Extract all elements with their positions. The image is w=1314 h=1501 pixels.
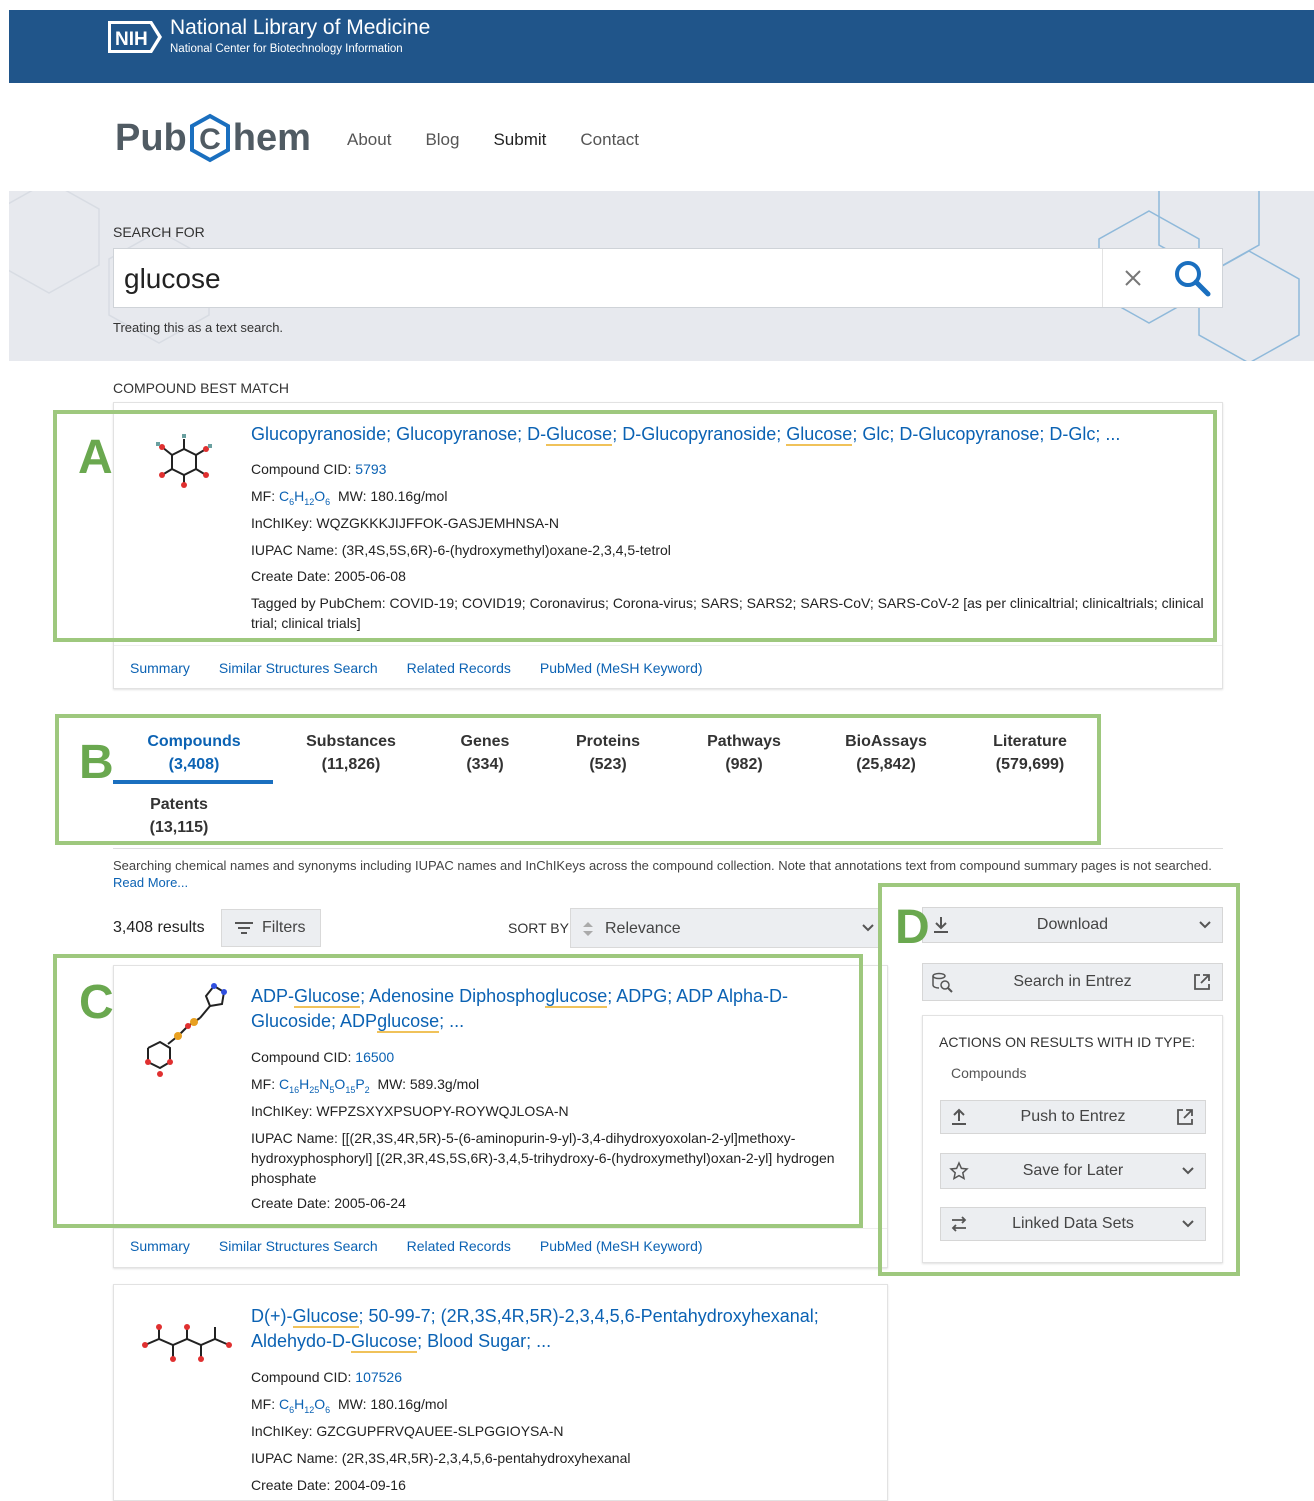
iupac-name: IUPAC Name: (2R,3S,4R,5R)-2,3,4,5,6-pent… xyxy=(251,1450,631,1466)
clear-icon[interactable] xyxy=(1102,249,1162,307)
search-hint: Treating this as a text search. xyxy=(113,320,284,335)
annotation-label-b: B xyxy=(79,736,114,789)
molecular-formula: MF: C6H12O6 MW: 180.16g/mol xyxy=(251,1396,448,1415)
annotation-label-c: C xyxy=(79,976,114,1029)
search-input[interactable]: glucose xyxy=(113,248,1223,308)
logo-text-c: C xyxy=(199,123,221,156)
org-subtitle: National Center for Biotechnology Inform… xyxy=(170,43,403,55)
pubchem-c-hexagon-icon: C xyxy=(189,113,230,163)
annotation-box-c xyxy=(53,954,863,1228)
annotation-box-a xyxy=(53,410,1217,642)
filters-button[interactable]: Filters xyxy=(221,909,321,947)
nav-submit[interactable]: Submit xyxy=(493,130,546,150)
filters-label: Filters xyxy=(262,919,306,936)
result-card: D(+)-Glucose; 50-99-7; (2R,3S,4R,5R)-2,3… xyxy=(113,1284,888,1501)
related-records-link[interactable]: Related Records xyxy=(407,1238,511,1254)
result-title[interactable]: D(+)-Glucose; 50-99-7; (2R,3S,4R,5R)-2,3… xyxy=(251,1304,871,1354)
card-divider xyxy=(114,1228,887,1229)
result-links: Summary Similar Structures Search Relate… xyxy=(130,1238,703,1254)
mf-link[interactable]: C6H12O6 xyxy=(279,1396,330,1415)
cid-link[interactable]: 107526 xyxy=(355,1369,402,1385)
annotation-label-d: D xyxy=(895,901,930,954)
inchikey: InChIKey: GZCGUPFRVQAUEE-SLPGGIOYSA-N xyxy=(251,1423,564,1439)
nav-blog[interactable]: Blog xyxy=(425,130,459,150)
sort-arrows-icon xyxy=(583,922,593,936)
best-match-label: COMPOUND BEST MATCH xyxy=(113,380,290,396)
create-date: Create Date: 2004-09-16 xyxy=(251,1477,406,1493)
filter-icon xyxy=(235,922,253,934)
main-nav: About Blog Submit Contact xyxy=(347,130,639,150)
pubmed-link[interactable]: PubMed (MeSH Keyword) xyxy=(540,660,703,676)
tabs-divider xyxy=(113,848,1223,849)
best-match-links: Summary Similar Structures Search Relate… xyxy=(130,660,703,676)
chevron-down-icon xyxy=(862,924,874,932)
nih-badge-text: NIH xyxy=(115,29,148,50)
similar-structures-link[interactable]: Similar Structures Search xyxy=(219,1238,378,1254)
read-more-link[interactable]: Read More... xyxy=(113,875,188,890)
sort-select[interactable]: Relevance xyxy=(570,908,882,948)
related-records-link[interactable]: Related Records xyxy=(407,660,511,676)
logo-text-pub: Pub xyxy=(115,116,187,159)
annotation-box-d xyxy=(878,883,1240,1276)
org-title[interactable]: National Library of Medicine xyxy=(170,16,430,40)
pubmed-link[interactable]: PubMed (MeSH Keyword) xyxy=(540,1238,703,1254)
search-label: SEARCH FOR xyxy=(113,224,205,240)
annotation-box-b xyxy=(55,714,1101,845)
sort-value: Relevance xyxy=(605,920,681,937)
similar-structures-link[interactable]: Similar Structures Search xyxy=(219,660,378,676)
results-count: 3,408 results xyxy=(113,919,205,936)
search-icon[interactable] xyxy=(1162,249,1222,307)
logo-text-hem: hem xyxy=(232,116,311,159)
annotation-label-a: A xyxy=(78,431,113,484)
structure-thumbnail-icon[interactable] xyxy=(139,1319,239,1369)
search-query-text[interactable]: glucose xyxy=(124,263,221,295)
compound-cid: Compound CID: 107526 xyxy=(251,1369,402,1385)
pubchem-logo[interactable]: Pub C hem xyxy=(115,110,311,166)
card-divider xyxy=(114,645,1222,646)
nav-contact[interactable]: Contact xyxy=(580,130,639,150)
nih-logo-icon[interactable]: NIH xyxy=(106,20,164,54)
sort-label: SORT BY xyxy=(508,920,569,936)
summary-link[interactable]: Summary xyxy=(130,1238,190,1254)
summary-link[interactable]: Summary xyxy=(130,660,190,676)
nav-about[interactable]: About xyxy=(347,130,391,150)
